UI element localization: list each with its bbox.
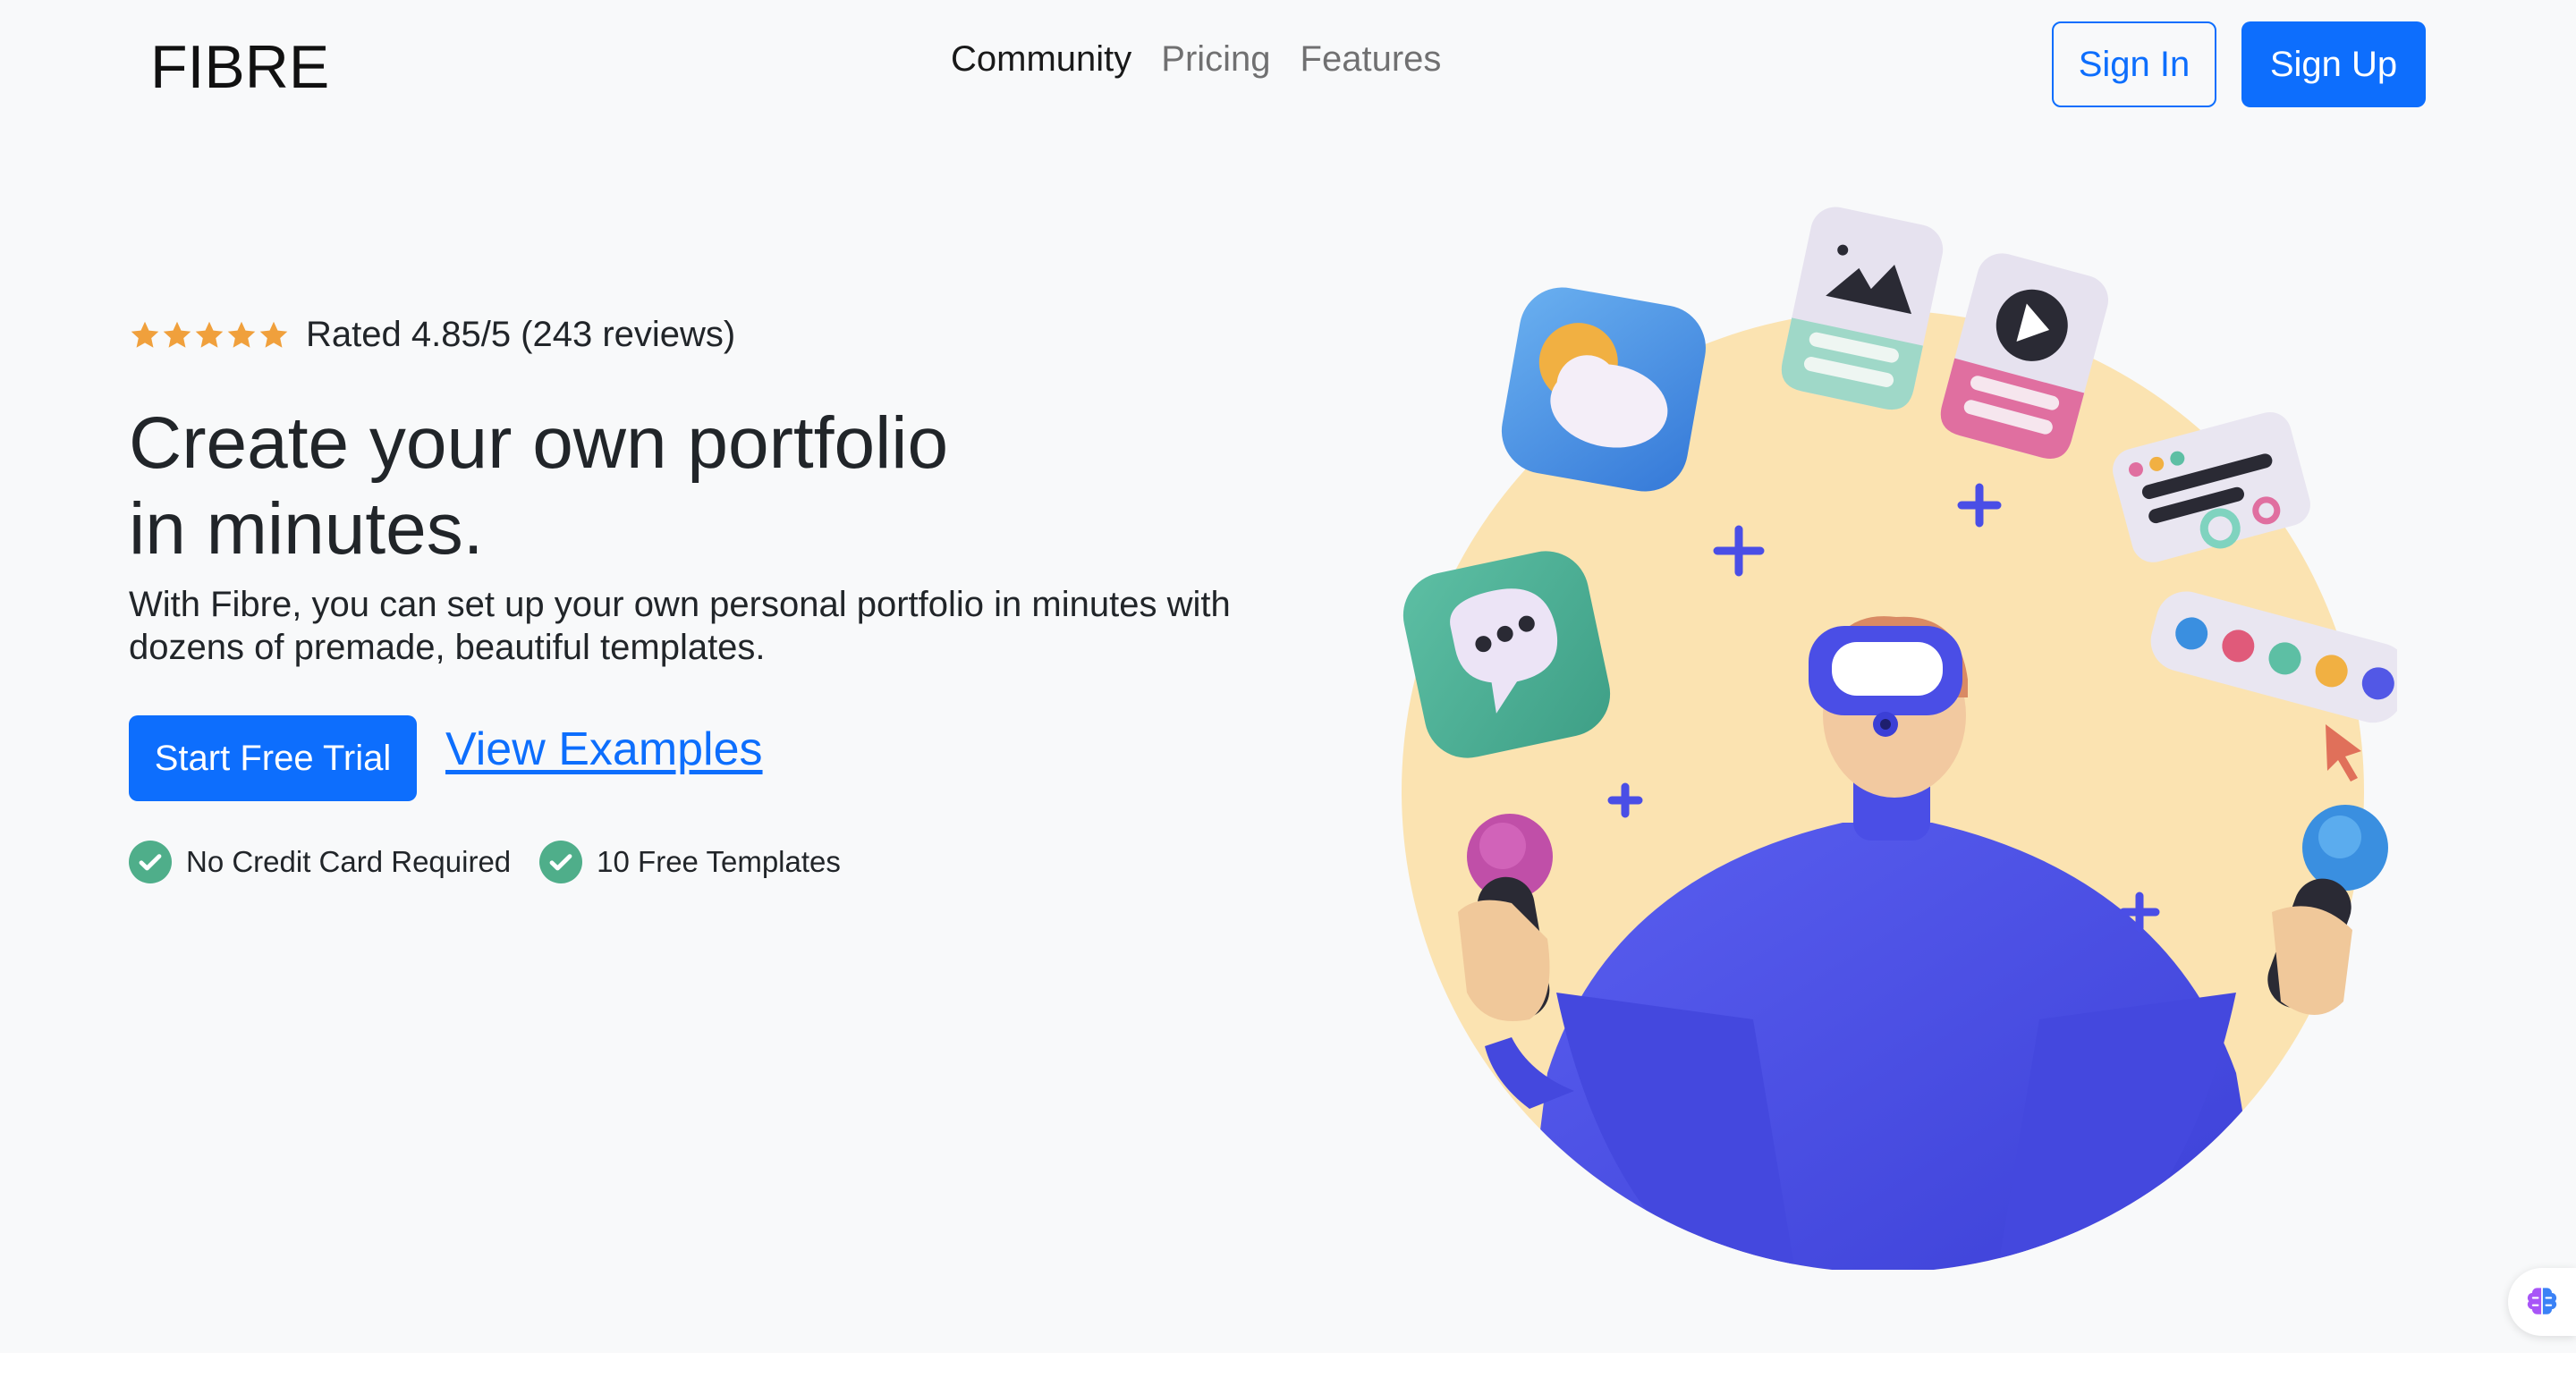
rating-stars [129,319,290,351]
page-background: FIBRE Community Pricing Features Sign In… [0,0,2576,1353]
page-footer-strip [0,1353,2576,1386]
star-icon [227,321,256,348]
hero-headline-line1: Create your own portfolio [129,402,949,484]
weather-tile-icon [1501,287,1706,492]
hero-headline-line2: in minutes. [129,488,484,570]
check-circle-icon [129,841,172,883]
check-item-no-credit-card: No Credit Card Required [129,841,511,883]
view-examples-link[interactable]: View Examples [445,721,763,778]
nav-item-features[interactable]: Features [1301,34,1442,84]
chat-tile-icon [1402,551,1611,758]
check-circle-icon [539,841,583,883]
hero-illustration [1402,207,2397,1270]
check-label: No Credit Card Required [186,845,512,878]
sign-up-button[interactable]: Sign Up [2241,21,2426,107]
brain-widget-button[interactable] [2508,1268,2576,1336]
brand-logo[interactable]: FIBRE [150,32,329,102]
hero-headline: Create your own portfolio in minutes. [129,401,1113,572]
start-free-trial-button[interactable]: Start Free Trial [129,715,417,801]
star-icon [259,321,288,348]
rating-text: Rated 4.85/5 (243 reviews) [306,315,736,354]
sign-in-button[interactable]: Sign In [2052,21,2216,107]
nav-item-pricing[interactable]: Pricing [1161,34,1270,84]
star-icon [195,321,224,348]
nav-item-community[interactable]: Community [951,34,1131,84]
check-item-free-templates: 10 Free Templates [539,841,841,883]
check-label: 10 Free Templates [597,845,841,878]
main-nav: Community Pricing Features [951,34,1470,84]
brain-icon [2527,1288,2557,1314]
feature-checks: No Credit Card Required 10 Free Template… [129,841,869,883]
star-icon [131,321,159,348]
star-icon [163,321,191,348]
hero-subtext: With Fibre, you can set up your own pers… [129,585,1231,667]
rating: Rated 4.85/5 (243 reviews) [129,315,735,355]
